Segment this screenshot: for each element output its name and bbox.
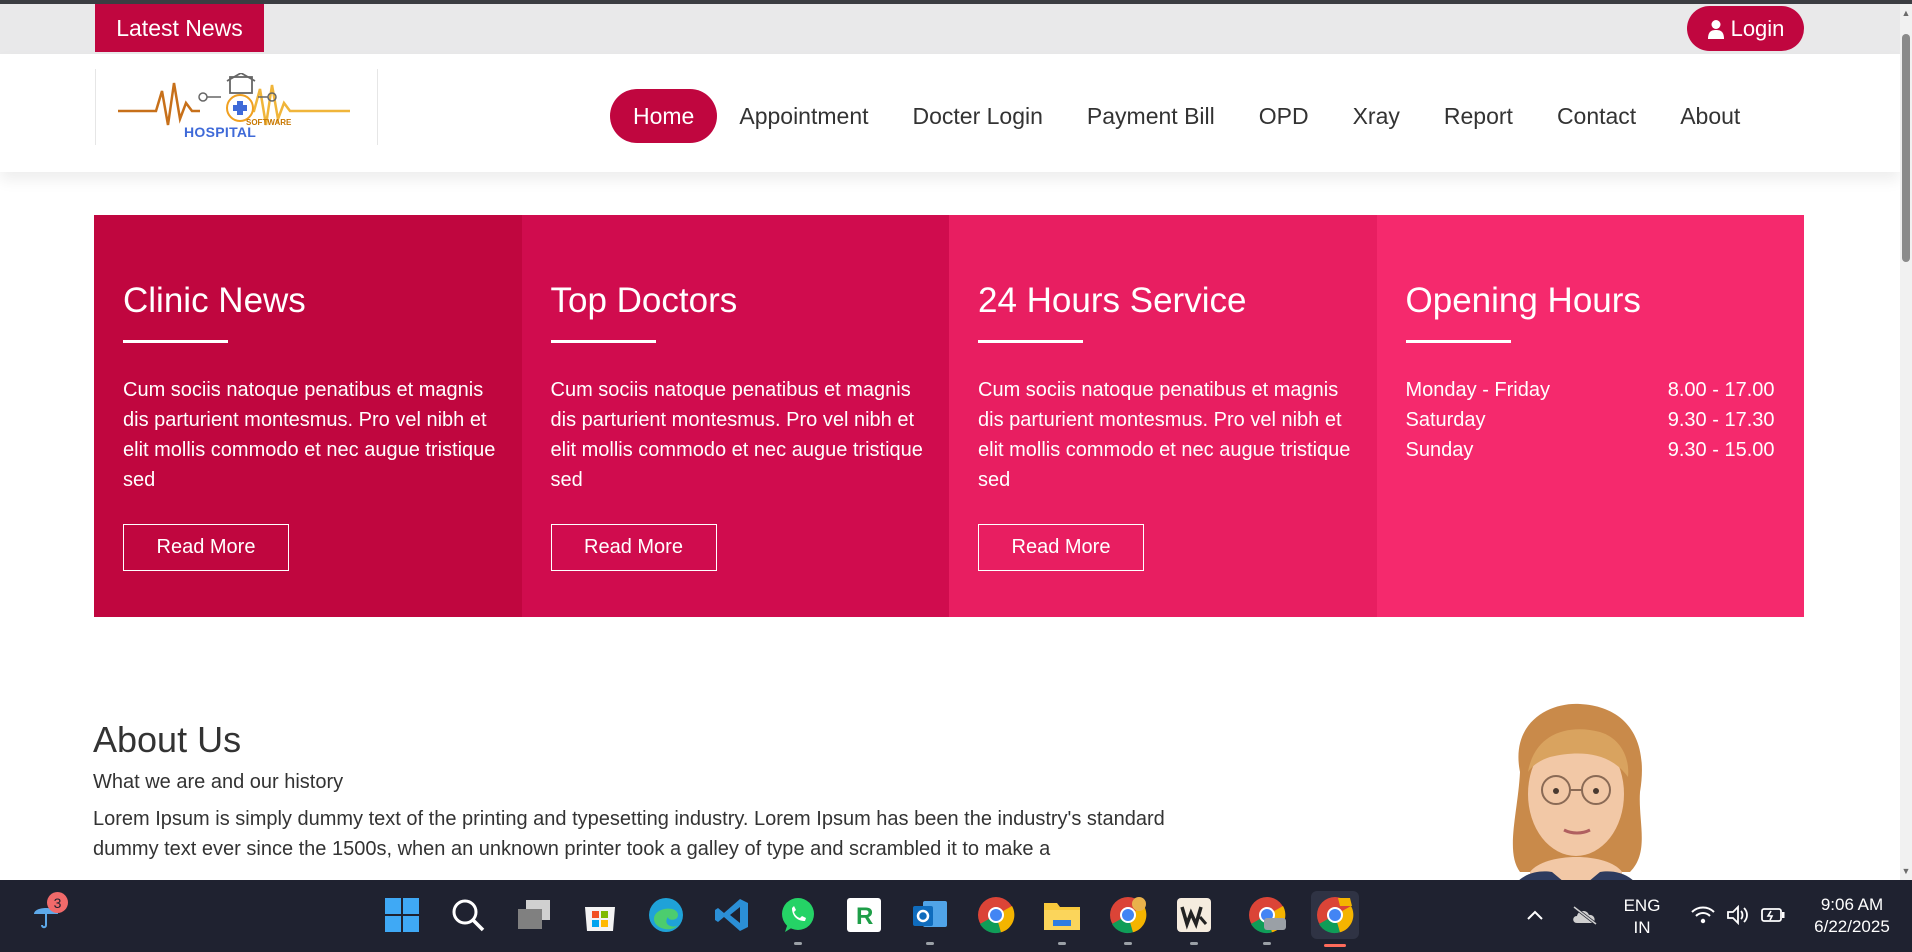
nav-report[interactable]: Report [1422, 89, 1535, 143]
hours-time: 8.00 - 17.00 [1667, 379, 1775, 401]
notification-badge: 3 [47, 892, 68, 913]
feature-title: Clinic News [123, 281, 306, 320]
site-header: HOSPITAL SOFTWARE Home Appointment Docte… [0, 54, 1900, 172]
nav-xray[interactable]: Xray [1331, 89, 1422, 143]
about-subtitle: What we are and our history [93, 771, 344, 793]
about-body: Lorem Ipsum is simply dummy text of the … [93, 808, 1165, 860]
battery-icon [1761, 908, 1785, 922]
user-icon [1707, 19, 1724, 39]
about-section: About Us What we are and our history Lor… [93, 719, 1203, 864]
opening-hours-list: Monday - Friday 8.00 - 17.00 Saturday 9.… [1406, 375, 1775, 465]
clock-time: 9:06 AM [1820, 895, 1884, 914]
hospital-logo[interactable]: HOSPITAL SOFTWARE [95, 69, 378, 145]
volume-icon [1727, 905, 1748, 925]
latest-news-label[interactable]: Latest News [95, 4, 264, 52]
nav-appointment[interactable]: Appointment [717, 89, 890, 143]
svg-text:R: R [856, 903, 873, 930]
running-indicator [1190, 942, 1198, 945]
nav-contact[interactable]: Contact [1535, 89, 1658, 143]
outlook-icon[interactable] [908, 893, 952, 945]
feature-text: Cum sociis natoque penatibus et magnis d… [978, 379, 1351, 491]
region-code: IN [1633, 918, 1651, 937]
feature-opening-hours: Opening Hours Monday - Friday 8.00 - 17.… [1376, 215, 1804, 617]
vscode-icon[interactable] [710, 893, 754, 937]
windows-taskbar: 3 R ENG IN 9:06 AM 6/22/2025 [0, 880, 1912, 952]
language-indicator[interactable]: ENG IN [1622, 895, 1662, 939]
chevron-up-icon[interactable] [1517, 893, 1553, 937]
chrome-canary-icon[interactable] [1311, 891, 1359, 947]
running-indicator [1058, 942, 1066, 945]
running-indicator [1124, 942, 1132, 945]
web-page: Latest News Login HOSPITAL SOFTWARE Home… [0, 4, 1900, 880]
nav-opd[interactable]: OPD [1237, 89, 1331, 143]
browser-viewport: Latest News Login HOSPITAL SOFTWARE Home… [0, 0, 1912, 952]
scroll-up-icon[interactable]: ▲ [1901, 8, 1911, 18]
nav-docter-login[interactable]: Docter Login [891, 89, 1065, 143]
feature-title: Opening Hours [1405, 281, 1641, 320]
task-view-icon[interactable] [512, 893, 556, 937]
feature-top-doctors: Top Doctors Cum sociis natoque penatibus… [521, 215, 949, 617]
nav-about[interactable]: About [1658, 89, 1762, 143]
feature-24-hours-service: 24 Hours Service Cum sociis natoque pena… [949, 215, 1377, 617]
feature-title: 24 Hours Service [978, 281, 1247, 320]
language-code: ENG [1623, 896, 1661, 915]
microsoft-store-icon[interactable] [578, 893, 622, 937]
title-underline [978, 340, 1083, 343]
about-title: About Us [93, 719, 242, 760]
system-tray-status[interactable] [1678, 893, 1798, 937]
running-indicator [926, 942, 934, 945]
running-indicator [1263, 942, 1271, 945]
chrome-test-icon[interactable] [1245, 893, 1289, 945]
r-app-icon[interactable]: R [842, 893, 886, 937]
running-indicator [794, 942, 802, 945]
cloud-offline-icon[interactable] [1565, 893, 1605, 937]
clock[interactable]: 9:06 AM 6/22/2025 [1804, 894, 1900, 938]
active-indicator [1324, 944, 1346, 947]
hours-day: Monday - Friday [1405, 379, 1551, 401]
scroll-thumb[interactable] [1902, 34, 1910, 262]
read-more-button[interactable]: Read More [978, 524, 1144, 571]
feature-title: Top Doctors [550, 281, 738, 320]
scroll-down-icon[interactable]: ▼ [1901, 866, 1911, 876]
feature-text: Cum sociis natoque penatibus et magnis d… [550, 379, 923, 491]
search-icon[interactable] [446, 893, 490, 937]
doctor-photo [1512, 703, 1642, 880]
feature-clinic-news: Clinic News Cum sociis natoque penatibus… [94, 215, 522, 617]
page-scrollbar[interactable]: ▲ ▼ [1900, 4, 1912, 880]
clock-date: 6/22/2025 [1814, 917, 1890, 936]
login-label: Login [1730, 15, 1785, 41]
title-underline [123, 340, 228, 343]
nav-home[interactable]: Home [610, 89, 718, 143]
hours-time: 9.30 - 17.30 [1667, 409, 1775, 431]
wifi-icon [1691, 906, 1715, 924]
chrome-profile-icon[interactable] [1106, 893, 1150, 945]
hours-day: Saturday [1405, 409, 1486, 431]
whatsapp-icon[interactable] [776, 893, 820, 945]
nav-payment-bill[interactable]: Payment Bill [1065, 89, 1237, 143]
top-bar: Latest News Login [0, 4, 1900, 54]
windows-start-icon[interactable] [380, 893, 424, 937]
read-more-button[interactable]: Read More [550, 524, 717, 571]
file-explorer-icon[interactable] [1040, 893, 1084, 945]
hours-time: 9.30 - 15.00 [1667, 439, 1775, 461]
hours-day: Sunday [1405, 439, 1474, 461]
login-button[interactable]: Login [1687, 6, 1804, 51]
read-more-button[interactable]: Read More [123, 524, 289, 571]
title-underline [1405, 340, 1511, 343]
feature-text: Cum sociis natoque penatibus et magnis d… [123, 379, 496, 491]
hours-row: Sunday 9.30 - 15.00 [1406, 435, 1775, 465]
logo-word-software: SOFTWARE [246, 118, 292, 127]
hours-row: Monday - Friday 8.00 - 17.00 [1406, 375, 1775, 405]
main-nav: Home Appointment Docter Login Payment Bi… [610, 89, 1762, 143]
wps-app-icon[interactable] [1172, 893, 1216, 945]
title-underline [550, 340, 656, 343]
chrome-icon[interactable] [974, 893, 1018, 937]
edge-browser-icon[interactable] [644, 893, 688, 937]
feature-boxes: Clinic News Cum sociis natoque penatibus… [94, 215, 1804, 617]
hours-row: Saturday 9.30 - 17.30 [1406, 405, 1775, 435]
